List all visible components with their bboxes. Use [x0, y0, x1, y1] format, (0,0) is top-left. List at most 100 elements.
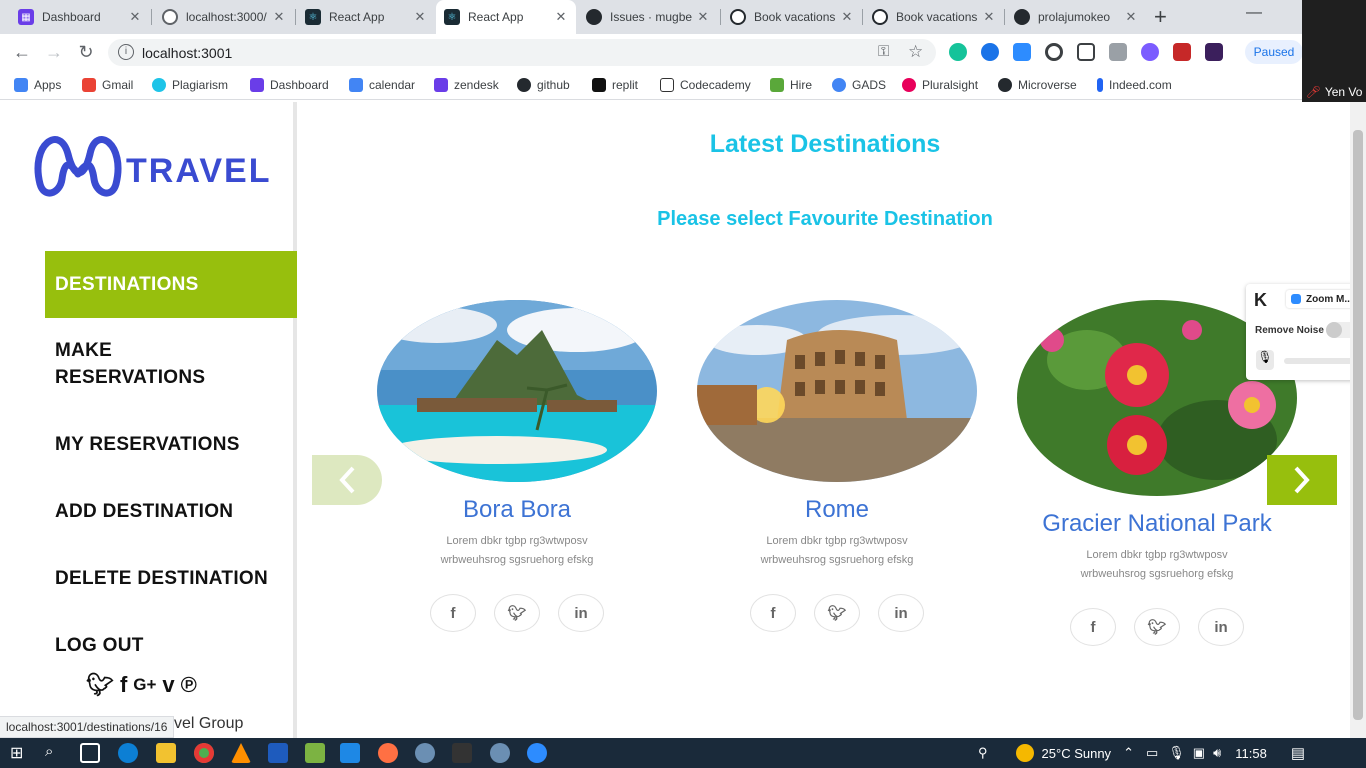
edge-icon[interactable] — [118, 743, 138, 763]
vimeo-icon[interactable]: v — [162, 672, 174, 698]
checklist-icon[interactable] — [1077, 43, 1095, 61]
linkedin-icon[interactable]: in — [878, 594, 924, 632]
reload-button[interactable]: ↻ — [72, 38, 100, 66]
firefox-icon[interactable] — [378, 743, 398, 763]
key-icon[interactable]: ⚿ — [878, 43, 889, 60]
nav-destinations[interactable]: DESTINATIONS — [45, 251, 297, 318]
minimize-button[interactable]: — — [1246, 4, 1262, 22]
tab-dashboard[interactable]: ▦ Dashboard ✕ — [10, 0, 150, 34]
clock-text[interactable]: 11:58 — [1235, 746, 1267, 761]
extension-icon[interactable] — [981, 43, 999, 61]
word-icon[interactable] — [268, 743, 288, 763]
bookmark-gmail[interactable]: Gmail — [82, 70, 133, 100]
close-icon[interactable]: ✕ — [413, 9, 427, 25]
destination-image[interactable] — [377, 300, 657, 482]
extension-icon[interactable] — [1141, 43, 1159, 61]
tab-react-app-active[interactable]: ⚛ React App ✕ — [436, 0, 576, 34]
close-icon[interactable]: ✕ — [1124, 9, 1138, 25]
battery-icon[interactable]: ▭ — [1146, 745, 1158, 761]
destination-image[interactable] — [697, 300, 977, 482]
star-icon[interactable]: ☆ — [908, 42, 923, 62]
task-view-icon[interactable] — [80, 743, 100, 763]
carousel-prev-button[interactable] — [312, 455, 382, 505]
bookmark-codecademy[interactable]: Codecademy — [660, 70, 751, 100]
profile-paused-button[interactable]: Paused — [1245, 40, 1303, 64]
bookmark-dashboard[interactable]: Dashboard — [250, 70, 329, 100]
tab-issues[interactable]: Issues · mugbe ✕ — [578, 0, 718, 34]
facebook-icon[interactable]: f — [430, 594, 476, 632]
nav-make-reservations[interactable]: MAKE RESERVATIONS — [45, 337, 245, 391]
forward-button[interactable]: → — [40, 38, 68, 66]
app-icon[interactable] — [305, 743, 325, 763]
git-icon[interactable] — [452, 743, 472, 763]
network-icon[interactable]: ▣ — [1193, 745, 1205, 761]
notifications-icon[interactable]: ▤ — [1291, 744, 1305, 762]
bookmark-calendar[interactable]: calendar — [349, 70, 415, 100]
file-explorer-icon[interactable] — [156, 743, 176, 763]
linkedin-icon[interactable]: in — [1198, 608, 1244, 646]
extension-icon[interactable] — [1045, 43, 1063, 61]
pinterest-icon[interactable]: ℗ — [181, 672, 197, 698]
twitter-icon[interactable]: 🐦︎ — [86, 672, 114, 698]
facebook-icon[interactable]: f — [1070, 608, 1116, 646]
new-tab-button[interactable]: + — [1154, 4, 1167, 30]
tab-book-vacations-2[interactable]: Book vacations ✕ — [864, 0, 1004, 34]
nav-log-out[interactable]: LOG OUT — [45, 632, 297, 659]
nav-my-reservations[interactable]: MY RESERVATIONS — [45, 431, 297, 458]
info-icon[interactable]: i — [118, 44, 134, 60]
bookmark-indeed[interactable]: Indeed.com — [1097, 70, 1172, 100]
tab-localhost-3000[interactable]: localhost:3000/ ✕ — [154, 0, 294, 34]
close-icon[interactable]: ✕ — [554, 9, 568, 25]
page-scrollbar[interactable] — [1350, 102, 1366, 738]
logo[interactable]: TRAVEL — [34, 124, 269, 204]
windows-start-icon[interactable]: ⊞ — [10, 743, 30, 763]
vlc-icon[interactable] — [231, 743, 251, 763]
vscode-icon[interactable] — [340, 743, 360, 763]
close-icon[interactable]: ✕ — [696, 9, 710, 25]
chrome-icon[interactable] — [194, 743, 214, 763]
carousel-next-button[interactable] — [1267, 455, 1337, 505]
camera-icon[interactable] — [1109, 43, 1127, 61]
close-icon[interactable]: ✕ — [128, 9, 142, 25]
google-plus-icon[interactable]: G+ — [133, 672, 156, 698]
postgres-icon[interactable] — [415, 743, 435, 763]
scrollbar-thumb[interactable] — [1353, 130, 1363, 720]
twitter-icon[interactable]: 🐦︎ — [1134, 608, 1180, 646]
extension-icon[interactable] — [1205, 43, 1223, 61]
tab-prolajumokeo[interactable]: prolajumokeo ✕ — [1006, 0, 1146, 34]
bookmark-plagiarism[interactable]: Plagiarism — [152, 70, 228, 100]
bookmark-replit[interactable]: replit — [592, 70, 638, 100]
tab-react-app[interactable]: ⚛ React App ✕ — [297, 0, 435, 34]
twitter-icon[interactable]: 🐦︎ — [494, 594, 540, 632]
bookmark-apps[interactable]: Apps — [14, 70, 61, 100]
bookmark-zendesk[interactable]: zendesk — [434, 70, 499, 100]
close-icon[interactable]: ✕ — [982, 9, 996, 25]
destination-name[interactable]: Gracier National Park — [1017, 510, 1297, 538]
facebook-icon[interactable]: f — [120, 672, 127, 698]
destination-name[interactable]: Rome — [697, 496, 977, 524]
destination-card[interactable]: Bora Bora Lorem dbkr tgbp rg3wtwposv wrb… — [377, 300, 657, 632]
people-icon[interactable]: ⚲ — [978, 745, 988, 761]
bookmark-pluralsight[interactable]: Pluralsight — [902, 70, 978, 100]
close-icon[interactable]: ✕ — [272, 9, 286, 25]
extension-icon[interactable] — [1173, 43, 1191, 61]
bookmark-github[interactable]: github — [517, 70, 570, 100]
back-button[interactable]: ← — [8, 38, 36, 66]
bookmark-gads[interactable]: GADS — [832, 70, 886, 100]
nav-delete-destination[interactable]: DELETE DESTINATION — [45, 565, 297, 592]
bookmark-hire[interactable]: Hire — [770, 70, 812, 100]
search-icon[interactable]: ⌕ — [45, 743, 65, 763]
destination-card[interactable]: Rome Lorem dbkr tgbp rg3wtwposv wrbweuhs… — [697, 300, 977, 632]
linkedin-icon[interactable]: in — [558, 594, 604, 632]
twitter-icon[interactable]: 🐦︎ — [814, 594, 860, 632]
bookmark-microverse[interactable]: Microverse — [998, 70, 1077, 100]
volume-icon[interactable]: 🔊︎ — [1213, 745, 1221, 761]
address-bar[interactable]: i localhost:3001 ⚿ ☆ — [108, 39, 936, 66]
destination-name[interactable]: Bora Bora — [377, 496, 657, 524]
zoom-icon[interactable] — [527, 743, 547, 763]
weather-text[interactable]: 25°C Sunny — [1042, 746, 1112, 761]
chevron-up-icon[interactable]: ⌃ — [1123, 745, 1134, 761]
nav-add-destination[interactable]: ADD DESTINATION — [45, 498, 297, 525]
close-icon[interactable]: ✕ — [840, 9, 854, 25]
tab-book-vacations-1[interactable]: Book vacations ✕ — [722, 0, 862, 34]
